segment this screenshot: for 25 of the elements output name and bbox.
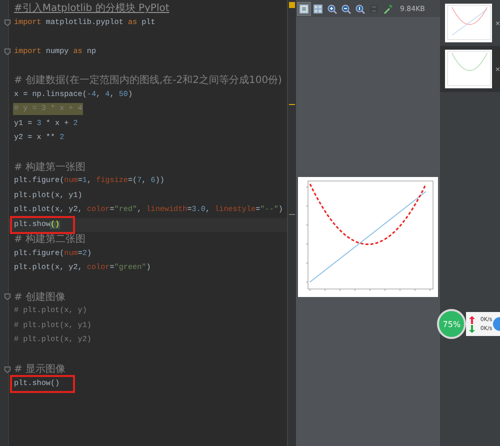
fold-icon[interactable] [4, 48, 11, 56]
zoom-reset-button[interactable] [354, 2, 366, 14]
line-marker[interactable] [289, 214, 295, 215]
warning-marker[interactable] [289, 2, 295, 8]
fold-icon[interactable] [4, 293, 11, 300]
down-arrow-icon [469, 324, 476, 332]
zoom-in-button[interactable] [326, 2, 338, 14]
code-comment: # 构建第一张图 [14, 160, 86, 174]
code-comment: #引入Matplotlib 的分模块 PyPlot [14, 2, 170, 16]
code-comment: # 显示图像 [14, 363, 66, 376]
fit-button[interactable] [298, 2, 310, 14]
up-arrow-icon [469, 316, 476, 324]
warning-marker[interactable] [289, 104, 295, 105]
code-comment: # 创建图像 [14, 290, 66, 304]
code-comment: # 构建第二张图 [14, 232, 86, 246]
eyedropper-button[interactable] [382, 2, 394, 14]
actual-button[interactable] [312, 2, 324, 14]
fold-icon[interactable] [4, 19, 11, 26]
close-button[interactable]: × [495, 64, 500, 74]
close-button[interactable]: × [495, 18, 500, 28]
plot-thumbnail[interactable] [445, 1, 492, 45]
code-comment: # 创建数据(在一定范围内的图线,在-2和2之间等分成100份) [14, 74, 282, 88]
zoom-out-button[interactable] [340, 2, 352, 14]
plot-thumbnail[interactable] [445, 47, 492, 91]
fold-icon[interactable] [4, 366, 11, 373]
